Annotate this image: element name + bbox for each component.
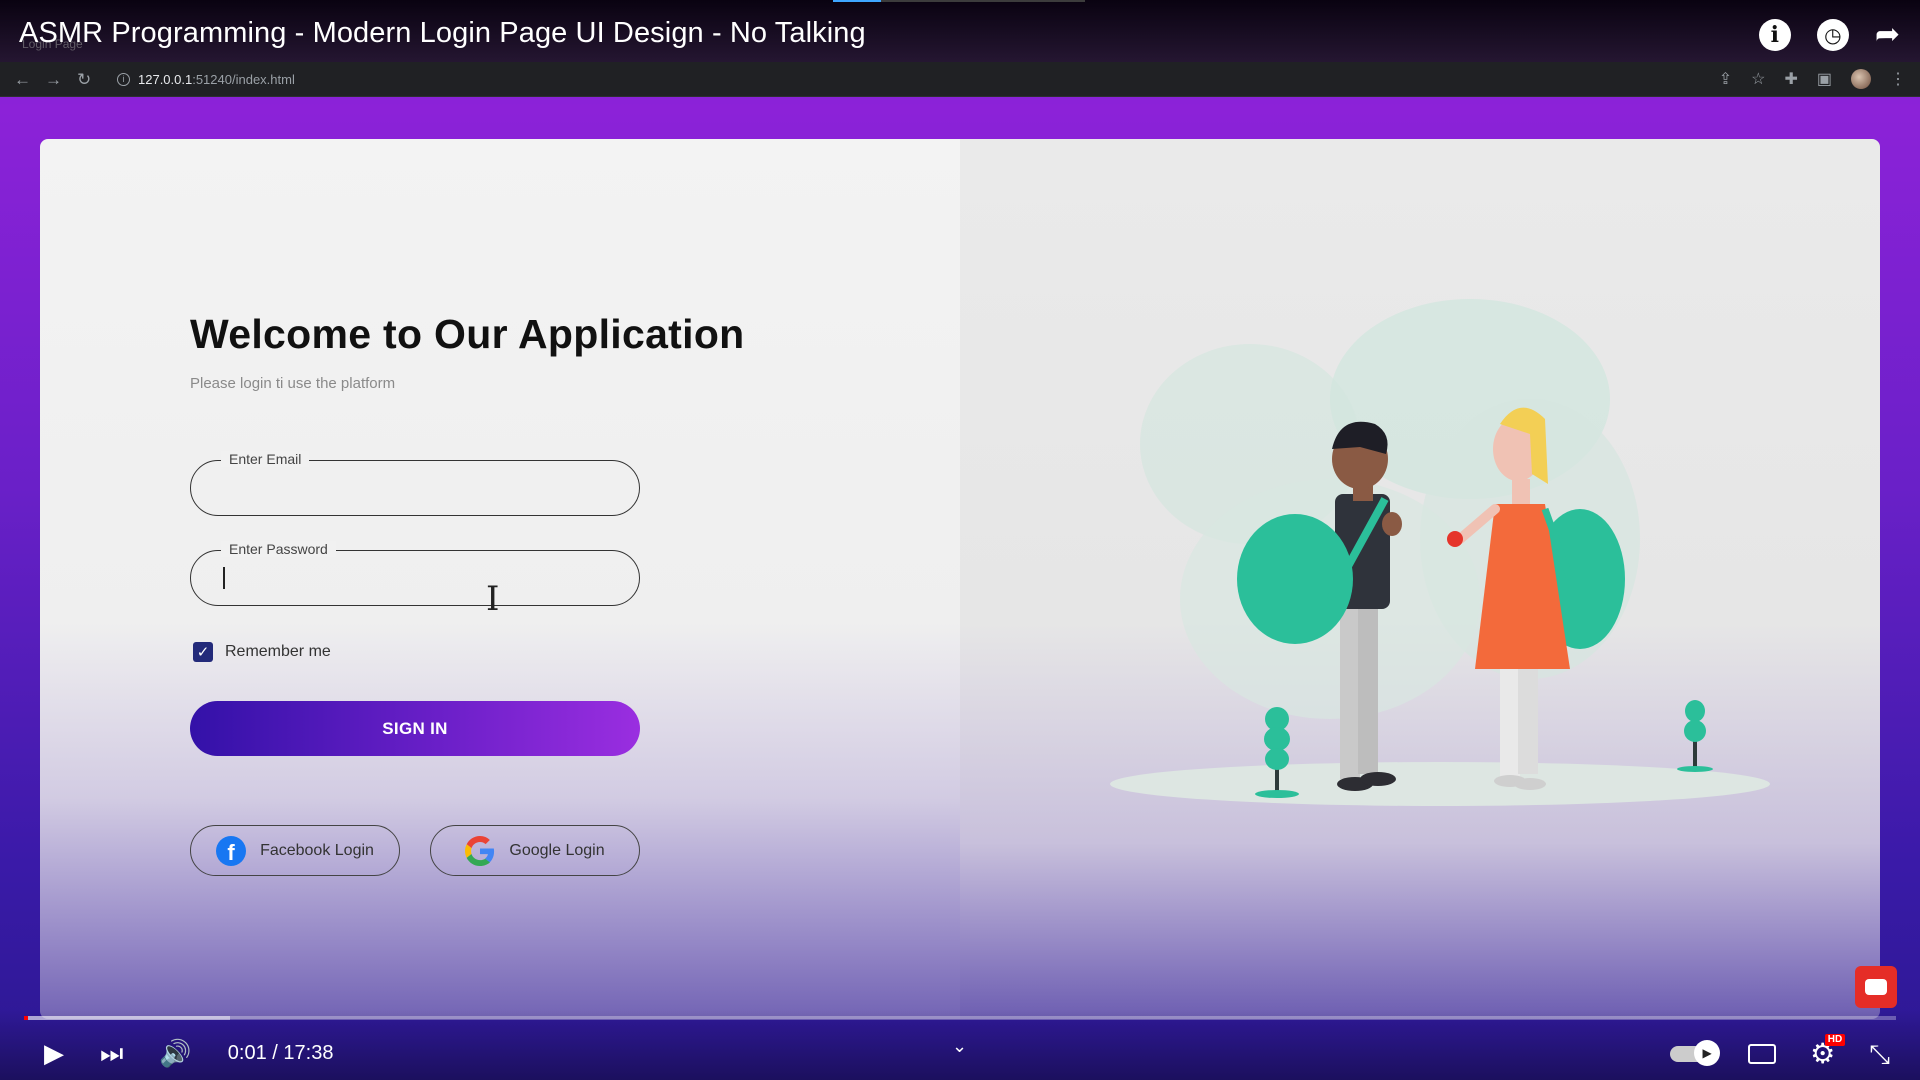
password-input[interactable] bbox=[219, 563, 609, 593]
page-subtitle: Please login ti use the platform bbox=[190, 375, 396, 392]
autoplay-toggle[interactable] bbox=[1670, 1040, 1721, 1066]
kids-illustration bbox=[1110, 299, 1770, 806]
address-bar[interactable]: i 127.0.0.1:51240/index.html bbox=[117, 68, 295, 90]
password-label: Enter Password bbox=[221, 541, 336, 557]
password-field[interactable]: Enter Password bbox=[190, 541, 640, 606]
google-login-label: Google Login bbox=[509, 841, 605, 859]
browser-menu-icon[interactable]: ⋮ bbox=[1890, 69, 1906, 89]
url-path: :51240/index.html bbox=[192, 71, 295, 87]
site-info-icon[interactable]: i bbox=[117, 72, 130, 86]
remember-me[interactable]: ✓ Remember me bbox=[193, 642, 331, 662]
email-input[interactable] bbox=[219, 473, 609, 503]
email-label: Enter Email bbox=[221, 451, 310, 467]
tree-right bbox=[1677, 700, 1713, 772]
video-player[interactable]: Login Page ASMR Programming - Modern Log… bbox=[0, 0, 1920, 1080]
play-icon[interactable]: ▶ bbox=[44, 1040, 64, 1066]
exit-fullscreen-icon[interactable]: ⤡ bbox=[1869, 1041, 1890, 1067]
player-controls: ▶ ⏭ 🔊 0:01 / 17:38 ⌄ ⚙HD ⤡ bbox=[0, 1010, 1920, 1080]
video-title[interactable]: ASMR Programming - Modern Login Page UI … bbox=[19, 17, 866, 50]
share-page-icon[interactable]: ⇪ bbox=[1719, 69, 1732, 89]
progress-bar[interactable] bbox=[24, 1016, 1896, 1020]
elapsed-time: 0:01 bbox=[227, 1041, 267, 1064]
bookmark-star-icon[interactable]: ☆ bbox=[1751, 69, 1765, 89]
email-field[interactable]: Enter Email bbox=[190, 451, 640, 516]
top-loading-bar bbox=[833, 0, 1085, 2]
subscribe-badge[interactable] bbox=[1855, 966, 1897, 1008]
watch-later-icon[interactable]: ◷ bbox=[1816, 19, 1849, 51]
forward-icon[interactable]: → bbox=[45, 70, 62, 90]
text-caret bbox=[223, 567, 225, 589]
remember-label: Remember me bbox=[225, 643, 331, 660]
sign-in-button[interactable]: SIGN IN bbox=[190, 701, 640, 756]
facebook-icon: f bbox=[216, 835, 247, 866]
duration-time: 17:38 bbox=[283, 1041, 334, 1064]
reload-icon[interactable]: ↻ bbox=[77, 70, 91, 90]
time-separator: / bbox=[266, 1041, 284, 1064]
side-panel-icon[interactable]: ▣ bbox=[1817, 69, 1832, 89]
text-cursor-icon: I bbox=[486, 579, 500, 619]
progress-played bbox=[24, 1016, 28, 1020]
illustration-panel bbox=[960, 139, 1880, 1019]
google-login-button[interactable]: Google Login bbox=[430, 825, 640, 876]
next-icon[interactable]: ⏭ bbox=[100, 1040, 123, 1066]
volume-icon[interactable]: 🔊 bbox=[159, 1040, 191, 1066]
subtitles-icon[interactable] bbox=[1748, 1044, 1777, 1064]
time-display: 0:01 / 17:38 bbox=[228, 1042, 334, 1065]
player-top-bar: Login Page ASMR Programming - Modern Log… bbox=[0, 0, 1920, 62]
facebook-login-button[interactable]: f Facebook Login bbox=[190, 825, 400, 876]
hd-badge: HD bbox=[1824, 1034, 1846, 1046]
progress-loaded bbox=[24, 1016, 230, 1020]
settings-gear-icon[interactable]: ⚙ HD bbox=[1810, 1034, 1846, 1068]
profile-avatar[interactable] bbox=[1851, 69, 1871, 89]
login-form-panel: Welcome to Our Application Please login … bbox=[40, 139, 960, 1019]
back-icon[interactable]: ← bbox=[14, 70, 31, 90]
url-host: 127.0.0.1 bbox=[138, 71, 193, 87]
remember-checkbox[interactable]: ✓ bbox=[193, 642, 213, 662]
login-card: Welcome to Our Application Please login … bbox=[40, 139, 1880, 1019]
info-icon[interactable]: i bbox=[1758, 19, 1791, 51]
google-icon bbox=[465, 835, 495, 866]
extensions-icon[interactable]: ✚ bbox=[1784, 69, 1797, 89]
share-icon[interactable]: ➦ bbox=[1875, 20, 1900, 50]
page-title: Welcome to Our Application bbox=[190, 311, 745, 357]
browser-toolbar: ← → ↻ i 127.0.0.1:51240/index.html ⇪ ☆ ✚… bbox=[0, 62, 1920, 97]
chevron-down-icon[interactable]: ⌄ bbox=[952, 1036, 967, 1057]
facebook-login-label: Facebook Login bbox=[260, 841, 374, 859]
